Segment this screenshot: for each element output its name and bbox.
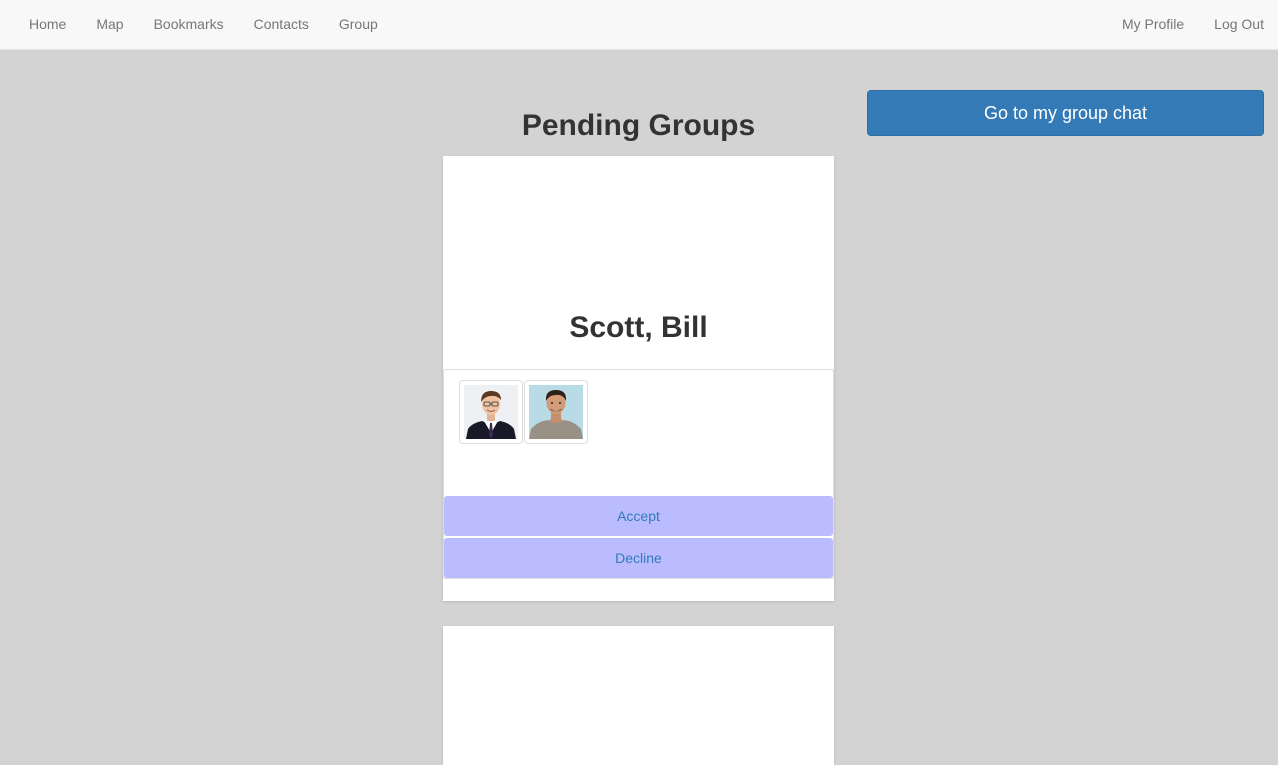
nav-group-link[interactable]: Group — [324, 0, 393, 50]
nav-log-out-link[interactable]: Log Out — [1199, 0, 1278, 50]
nav-bookmarks-link[interactable]: Bookmarks — [139, 0, 239, 50]
man-in-suit-photo — [464, 385, 518, 439]
accept-button[interactable]: Accept — [444, 496, 833, 536]
page-title: Pending Groups — [521, 109, 756, 142]
pending-group-card: Scott, Bill Accept Decline — [443, 156, 834, 601]
nav-my-profile-link[interactable]: My Profile — [1107, 0, 1199, 50]
nav-home-link[interactable]: Home — [14, 0, 81, 50]
nav-right-group: My Profile Log Out — [1107, 0, 1278, 50]
pending-group-card — [443, 626, 834, 765]
group-member-names: Scott, Bill — [569, 311, 708, 344]
go-to-group-chat-button[interactable]: Go to my group chat — [867, 90, 1264, 136]
avatar[interactable] — [459, 380, 523, 444]
member-avatar-list — [459, 380, 588, 444]
avatar[interactable] — [524, 380, 588, 444]
top-navbar: Home Map Bookmarks Contacts Group My Pro… — [0, 0, 1278, 50]
nav-map-link[interactable]: Map — [81, 0, 138, 50]
nav-left-group: Home Map Bookmarks Contacts Group — [14, 0, 393, 50]
man-in-tshirt-photo — [529, 385, 583, 439]
group-members-panel: Accept Decline — [443, 369, 834, 579]
decline-button[interactable]: Decline — [444, 538, 833, 578]
nav-contacts-link[interactable]: Contacts — [239, 0, 324, 50]
